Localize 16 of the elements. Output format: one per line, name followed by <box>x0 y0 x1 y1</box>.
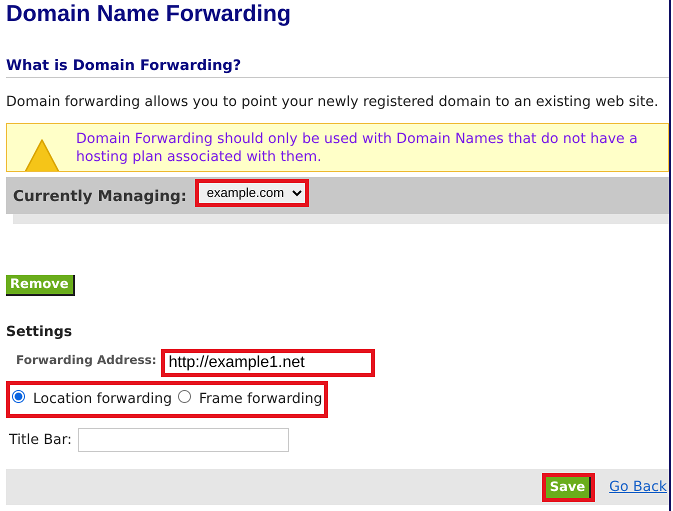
radio-button[interactable] <box>178 390 191 404</box>
settings-heading: Settings <box>6 323 74 342</box>
title-bar-field[interactable] <box>78 428 289 452</box>
warning-text: Domain Forwarding should only be used with Domain Names that do not have a hosting plan associated with them. <box>76 131 638 166</box>
title-bar-label: Title Bar: <box>9 430 72 450</box>
forwarding-address-field[interactable]: http://example1.net <box>164 353 371 374</box>
forwarding-address-label: Forwarding Address: <box>16 352 157 370</box>
radio-option[interactable]: Frame forwarding <box>178 389 322 410</box>
section-heading: What is Domain Forwarding? <box>6 58 669 78</box>
managing-label: Currently Managing: <box>13 186 187 207</box>
page-title: Domain Name Forwarding <box>6 0 292 26</box>
go-back-link[interactable]: Go Back <box>609 476 667 498</box>
intro-text: Domain forwarding allows you to point your newly registered domain to an existing web site. <box>6 93 660 112</box>
radio-option[interactable]: Location forwarding <box>12 389 172 410</box>
domain-dropdown[interactable]: example.com <box>198 182 305 203</box>
radio-button[interactable] <box>12 390 25 404</box>
